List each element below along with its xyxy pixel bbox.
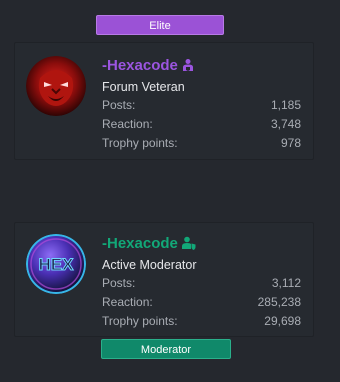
avatar[interactable] bbox=[26, 56, 86, 116]
stat-value[interactable]: 29,698 bbox=[264, 312, 301, 331]
stat-label: Trophy points: bbox=[102, 314, 178, 328]
stat-row-posts: Posts: 1,185 bbox=[102, 96, 301, 115]
stat-label: Posts: bbox=[102, 276, 136, 290]
stat-row-posts: Posts: 3,112 bbox=[102, 274, 301, 293]
stat-label: Reaction: bbox=[102, 295, 153, 309]
stat-label: Trophy points: bbox=[102, 136, 178, 150]
stat-row-reaction: Reaction: 285,238 bbox=[102, 293, 301, 312]
user-title: Forum Veteran bbox=[102, 80, 185, 94]
stat-row-trophy-points: Trophy points: 978 bbox=[102, 134, 301, 153]
moderator-banner: Moderator bbox=[101, 339, 231, 359]
shield-user-icon bbox=[182, 59, 193, 71]
username[interactable]: -Hexacode bbox=[102, 55, 301, 75]
stat-value[interactable]: 978 bbox=[281, 134, 301, 153]
avatar-hex-text: HEX bbox=[39, 255, 75, 274]
stat-label: Reaction: bbox=[102, 117, 153, 131]
stat-value[interactable]: 3,748 bbox=[271, 115, 301, 134]
stat-label: Posts: bbox=[102, 98, 136, 112]
user-shield-icon bbox=[181, 236, 196, 250]
avatar[interactable]: HEX bbox=[26, 234, 86, 294]
username-text[interactable]: -Hexacode bbox=[102, 235, 178, 252]
demon-avatar-image bbox=[26, 56, 86, 116]
stat-value[interactable]: 3,112 bbox=[272, 274, 301, 293]
username[interactable]: -Hexacode bbox=[102, 233, 301, 253]
user-card-2: HEX -Hexacode Active Moderator Posts: 3,… bbox=[14, 222, 314, 337]
hex-orb-avatar-image: HEX bbox=[26, 234, 86, 294]
username-text[interactable]: -Hexacode bbox=[102, 57, 178, 74]
stat-value[interactable]: 1,185 bbox=[271, 96, 301, 115]
stat-row-reaction: Reaction: 3,748 bbox=[102, 115, 301, 134]
elite-banner: Elite bbox=[96, 15, 224, 35]
stat-row-trophy-points: Trophy points: 29,698 bbox=[102, 312, 301, 331]
user-card-1: -Hexacode Forum Veteran Posts: 1,185 Rea… bbox=[14, 42, 314, 160]
user-title: Active Moderator bbox=[102, 258, 197, 272]
stat-value[interactable]: 285,238 bbox=[258, 293, 301, 312]
